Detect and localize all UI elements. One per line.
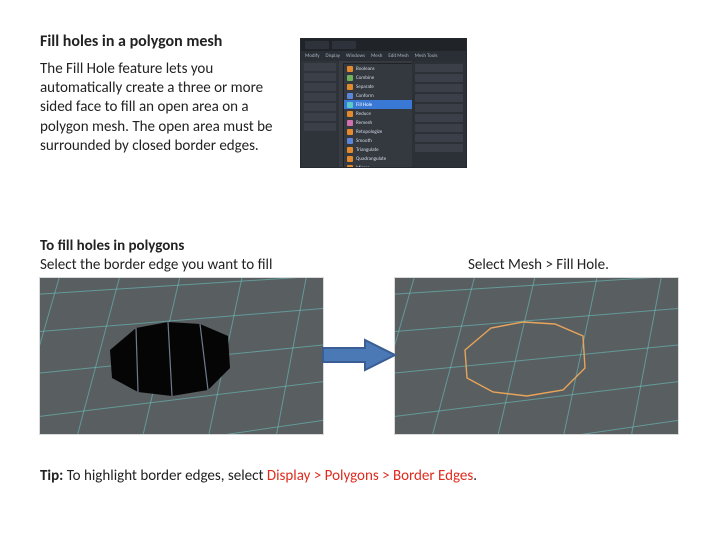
menu-item-icon [347,147,353,153]
menu-item-label: Separate [356,84,374,90]
dropdown-item: Combine [344,73,414,82]
dropdown-item: Quadrangulate [344,154,414,163]
shelf-panel [301,61,339,167]
tip-text-a: To highlight border edges, select [63,467,267,485]
dropdown-item: Reduce [344,109,414,118]
section-subheading: To fill holes in polygons [40,237,184,255]
menu-item-label: Quadrangulate [356,156,386,162]
menu-item-label: Reduce [356,111,371,117]
arrow-icon [321,338,397,372]
step-left-label: Select the border edge you want to fill [40,256,272,274]
tip-label: Tip: [40,467,63,485]
mesh-dropdown-menu: Booleans Combine Separate Conform Fill Hole R… [343,63,415,168]
menu-item-label: Mirror [356,165,369,169]
menu-item-label: Combine [356,75,374,81]
menu-item-icon [347,66,353,72]
menu-item-label: Retopologize [356,129,382,135]
menu-item-label: Smooth [356,138,372,144]
attribute-panel [412,61,466,167]
menu-item-icon [347,75,353,81]
menu-item-label: Booleans [356,66,375,72]
dropdown-item: Remesh [344,118,414,127]
menu-item-icon [347,156,353,162]
dropdown-item: Triangulate [344,145,414,154]
menu-item: Mesh Tools [415,53,438,59]
menu-item: Display [326,53,341,59]
doc-page: Fill holes in a polygon mesh The Fill Ho… [0,0,720,540]
menu-item-icon [347,138,353,144]
mesh-after-svg [395,278,678,434]
menu-item-label: Triangulate [356,147,379,153]
dropdown-item: Booleans [344,64,414,73]
menu-item-icon [347,120,353,126]
menu-item: Edit Mesh [388,53,408,59]
menu-item-icon [347,93,353,99]
tip-menu-path: Display > Polygons > Border Edges [267,467,473,485]
mesh-before-svg [40,278,323,434]
menu-item: Windows [346,53,365,59]
menu-item-label: Fill Hole [356,102,372,108]
menu-item: Mesh [371,53,382,59]
main-menubar: Modify Display Windows Mesh Edit Mesh Me… [301,51,466,61]
intro-paragraph: The Fill Hole feature lets you automatic… [40,60,275,156]
dropdown-item: Separate [344,82,414,91]
menu-item-icon [347,129,353,135]
software-screenshot: Modify Display Windows Mesh Edit Mesh Me… [300,38,467,168]
menu-item-icon [347,111,353,117]
tip-line: Tip: To highlight border edges, select D… [40,467,477,485]
menu-item-icon [347,102,353,108]
menu-item-label: Remesh [356,120,372,126]
dropdown-item: Conform [344,91,414,100]
step-right-label: Select Mesh > Fill Hole. [468,256,609,274]
dropdown-item: Retopologize [344,127,414,136]
dropdown-item: Fill Hole [344,100,414,109]
menu-item-icon [347,84,353,90]
menu-item-label: Conform [356,93,374,99]
dropdown-item: Mirror [344,163,414,168]
viewport-before [40,278,323,434]
viewport-after [395,278,678,434]
window-titlebar [301,39,466,51]
page-title: Fill holes in a polygon mesh [40,32,222,51]
tip-text-b: . [473,467,477,485]
menu-item-icon [347,165,353,169]
menu-item: Modify [305,53,320,59]
dropdown-item: Smooth [344,136,414,145]
